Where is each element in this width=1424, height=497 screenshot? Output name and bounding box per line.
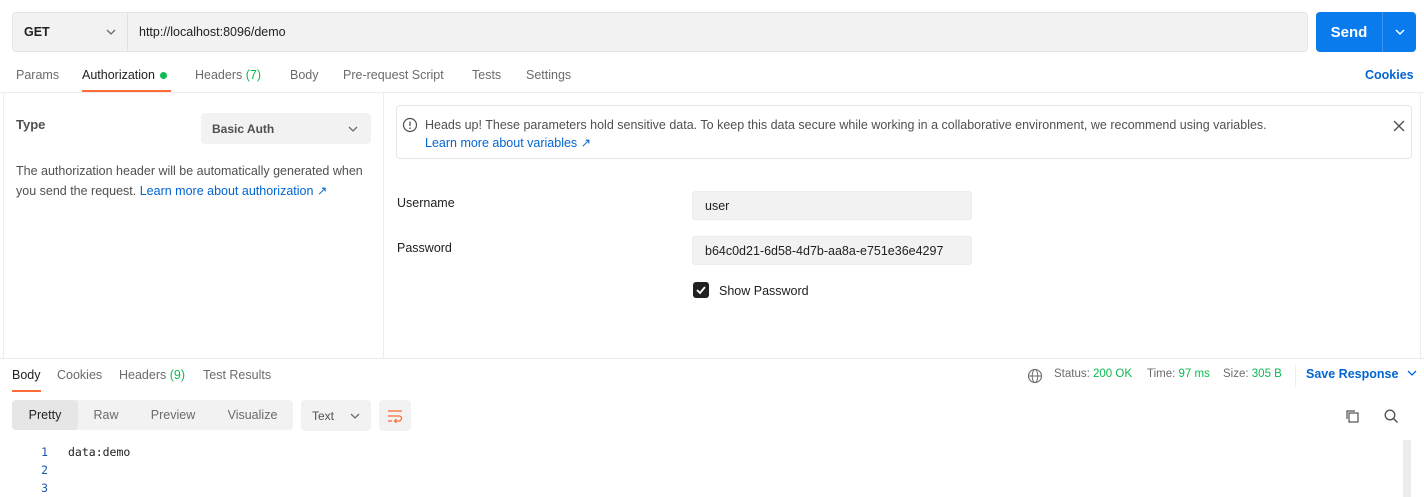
tab-label: Tests — [472, 68, 502, 82]
tab-label: Params — [16, 68, 60, 82]
line-number: 2 — [41, 463, 48, 477]
password-value: b64c0d21-6d58-4d7b-aa8a-e751e36e4297 — [705, 243, 944, 258]
show-password-label: Show Password — [719, 284, 809, 298]
wrap-lines-button[interactable] — [379, 400, 411, 431]
chevron-down-icon — [348, 126, 358, 132]
password-label: Password — [397, 241, 452, 255]
auth-type-label: Type — [16, 117, 46, 132]
size-label: Size: — [1223, 368, 1249, 380]
status-info: Status: 200 OK — [1054, 368, 1132, 380]
auth-type-value: Basic Auth — [212, 121, 275, 136]
url-text: http://localhost:8096/demo — [139, 25, 286, 39]
url-bar: GET http://localhost:8096/demo — [12, 12, 1308, 52]
format-value: Text — [312, 408, 335, 423]
alert-text: Heads up! These parameters hold sensitiv… — [425, 118, 1267, 132]
send-options-button[interactable] — [1383, 12, 1416, 52]
time-value: 97 ms — [1178, 368, 1210, 380]
headers-count: (7) — [245, 68, 262, 82]
time-label: Time: — [1147, 368, 1176, 380]
send-button-group: Send — [1316, 12, 1416, 52]
tab-authorization[interactable]: Authorization — [82, 62, 171, 92]
line-number: 3 — [41, 481, 48, 495]
tab-params[interactable]: Params — [16, 62, 59, 92]
send-button[interactable]: Send — [1316, 12, 1383, 52]
tab-label: Headers — [195, 68, 243, 82]
view-pretty-button[interactable]: Pretty — [12, 400, 78, 430]
username-label: Username — [397, 196, 455, 210]
cookies-link[interactable]: Cookies — [1365, 68, 1414, 82]
copy-icon[interactable] — [1344, 408, 1360, 424]
tab-label: Settings — [526, 68, 572, 82]
view-visualize-button[interactable]: Visualize — [212, 400, 293, 430]
size-value: 305 B — [1251, 368, 1282, 380]
time-info: Time: 97 ms — [1147, 368, 1210, 380]
chevron-down-icon — [1395, 29, 1404, 35]
tab-label: Body — [290, 68, 319, 82]
tab-tests[interactable]: Tests — [472, 62, 501, 92]
url-input[interactable]: http://localhost:8096/demo — [128, 13, 1307, 51]
chevron-down-icon — [350, 413, 360, 419]
globe-icon[interactable] — [1027, 368, 1043, 384]
tab-label: Cookies — [57, 368, 103, 382]
scrollbar[interactable] — [1403, 440, 1411, 497]
response-tab-body[interactable]: Body — [12, 366, 41, 392]
tab-prerequest-script[interactable]: Pre-request Script — [343, 62, 444, 92]
show-password-checkbox[interactable] — [693, 282, 709, 298]
tab-settings[interactable]: Settings — [526, 62, 571, 92]
auth-type-select[interactable]: Basic Auth — [201, 113, 371, 144]
status-label: Status: — [1054, 368, 1090, 380]
divider — [1420, 93, 1421, 358]
tab-headers[interactable]: Headers (7) — [195, 62, 261, 92]
learn-more-variables-link[interactable]: Learn more about variables ↗ — [425, 134, 1267, 152]
sensitive-data-alert: Heads up! These parameters hold sensitiv… — [396, 105, 1412, 159]
tab-body[interactable]: Body — [290, 62, 319, 92]
learn-more-authorization-link[interactable]: Learn more about authorization ↗ — [140, 184, 328, 198]
close-icon[interactable] — [1392, 119, 1406, 133]
tab-label: Pre-request Script — [343, 68, 444, 82]
tab-label: Authorization — [82, 68, 155, 82]
method-select[interactable]: GET — [13, 13, 128, 51]
divider — [383, 93, 384, 358]
size-info: Size: 305 B — [1223, 368, 1282, 380]
active-indicator-dot — [159, 72, 167, 79]
response-tab-headers[interactable]: Headers (9) — [119, 366, 185, 392]
line-number: 1 — [41, 445, 48, 459]
view-preview-button[interactable]: Preview — [134, 400, 212, 430]
headers-count: (9) — [169, 368, 186, 382]
view-raw-button[interactable]: Raw — [78, 400, 134, 430]
password-field[interactable]: b64c0d21-6d58-4d7b-aa8a-e751e36e4297 — [692, 236, 972, 265]
tab-label: Body — [12, 368, 41, 382]
divider — [3, 93, 4, 358]
save-response-button[interactable]: Save Response — [1306, 367, 1418, 381]
save-response-label: Save Response — [1306, 367, 1399, 381]
divider — [0, 358, 1424, 359]
alert-message: Heads up! These parameters hold sensitiv… — [425, 116, 1267, 152]
checkmark-icon — [696, 286, 706, 295]
format-select[interactable]: Text — [301, 400, 371, 431]
response-tab-cookies[interactable]: Cookies — [57, 366, 102, 392]
response-tab-test-results[interactable]: Test Results — [203, 366, 271, 392]
username-value: user — [705, 198, 730, 213]
tab-label: Test Results — [203, 368, 272, 382]
view-mode-segment: Pretty Raw Preview Visualize — [12, 400, 293, 430]
divider — [1295, 365, 1296, 387]
wrap-lines-icon — [388, 409, 403, 423]
response-body-line: data:demo — [68, 445, 131, 459]
divider — [0, 92, 1424, 93]
username-field[interactable]: user — [692, 191, 972, 220]
method-label: GET — [24, 25, 50, 39]
auth-description: The authorization header will be automat… — [16, 161, 376, 201]
tab-label: Headers — [119, 368, 167, 382]
chevron-down-icon — [1407, 370, 1417, 376]
info-icon — [402, 117, 418, 133]
chevron-down-icon — [106, 29, 116, 35]
status-value: 200 OK — [1093, 368, 1133, 380]
search-icon[interactable] — [1383, 408, 1399, 424]
